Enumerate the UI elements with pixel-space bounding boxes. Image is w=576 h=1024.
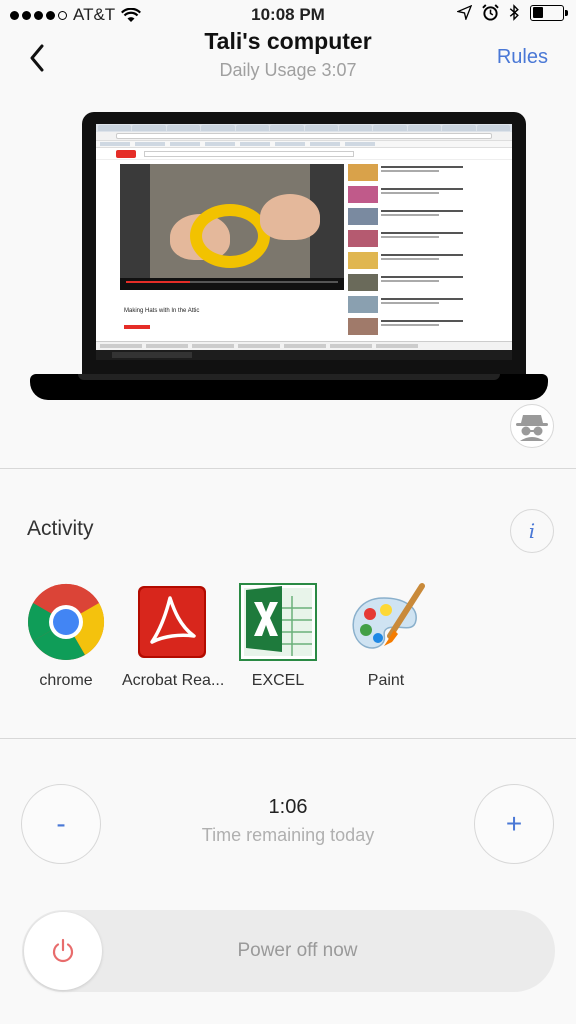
bluetooth-icon xyxy=(509,4,519,21)
video-suggestions xyxy=(348,164,478,340)
nav-header: Tali's computer Daily Usage 3:07 Rules xyxy=(0,22,576,92)
app-list: chrome Acrobat Rea... EXCEL Paint xyxy=(16,580,560,690)
app-name: Paint xyxy=(367,672,405,689)
browser-tabs xyxy=(96,124,512,132)
laptop-base xyxy=(30,374,548,400)
increase-time-button[interactable]: + xyxy=(474,784,554,864)
battery-fill xyxy=(532,7,543,18)
browser-url-bar xyxy=(96,132,512,141)
downloads-bar xyxy=(96,341,512,350)
paint-icon xyxy=(344,580,428,664)
app-item-chrome[interactable]: chrome xyxy=(16,580,116,690)
browser-bookmarks xyxy=(96,141,512,148)
video-player xyxy=(120,164,344,290)
power-off-slider[interactable]: Power off now xyxy=(22,910,555,992)
knitting-loom xyxy=(190,204,270,268)
computer-screenshot[interactable]: Making Hats with In the Attic xyxy=(30,112,548,402)
rules-button[interactable]: Rules xyxy=(497,46,548,69)
battery-icon xyxy=(530,4,568,21)
video-meta xyxy=(124,319,184,333)
section-divider xyxy=(0,468,576,469)
app-name: chrome xyxy=(39,672,93,689)
app-name: Acrobat Rea... xyxy=(122,672,225,689)
activity-heading: Activity xyxy=(27,517,94,540)
app-item-acrobat[interactable]: Acrobat Rea... xyxy=(122,580,225,690)
app-item-excel[interactable]: EXCEL xyxy=(228,580,328,690)
youtube-logo xyxy=(116,149,136,158)
excel-icon xyxy=(236,580,320,664)
acrobat-icon xyxy=(130,580,214,664)
section-divider xyxy=(0,738,576,739)
status-right xyxy=(457,4,568,21)
windows-taskbar xyxy=(96,350,512,360)
power-off-label: Power off now xyxy=(237,940,358,961)
incognito-icon xyxy=(516,415,548,441)
laptop-screen: Making Hats with In the Attic xyxy=(96,124,512,360)
chrome-icon xyxy=(24,580,108,664)
app-name: EXCEL xyxy=(251,672,305,689)
laptop-lid: Making Hats with In the Attic xyxy=(82,112,526,374)
alarm-icon xyxy=(482,4,499,21)
incognito-button[interactable] xyxy=(510,404,554,448)
location-arrow-icon xyxy=(457,5,472,20)
daily-usage-label: Daily Usage 3:07 xyxy=(219,60,357,80)
youtube-search xyxy=(144,150,354,157)
youtube-header xyxy=(96,148,512,160)
info-button[interactable]: i xyxy=(510,509,554,553)
video-title: Making Hats with In the Attic xyxy=(124,308,200,314)
page-title: Tali's computer xyxy=(204,28,372,54)
app-item-paint[interactable]: Paint xyxy=(336,580,436,690)
